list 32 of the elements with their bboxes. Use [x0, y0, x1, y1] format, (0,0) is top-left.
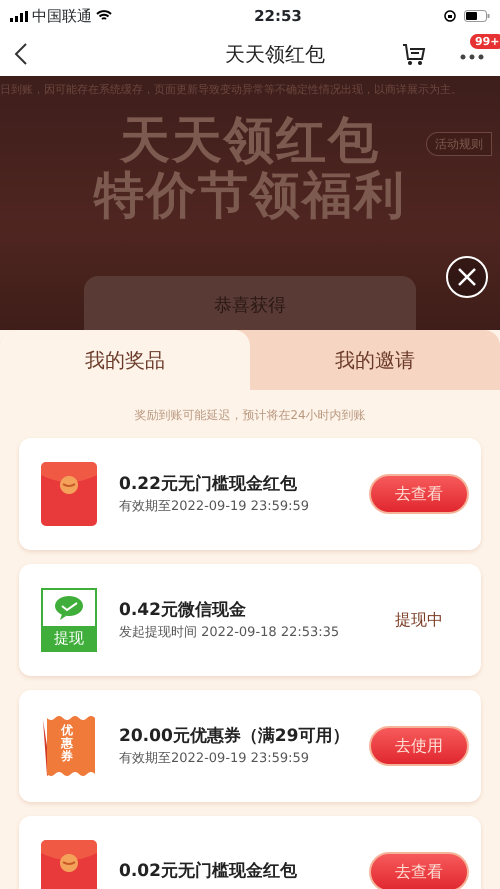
action-button[interactable]: 去查看	[369, 852, 469, 889]
delay-notice: 奖励到账可能延迟，预计将在24小时内到账	[133, 407, 367, 424]
prize-title: 0.22元无门槛现金红包	[119, 472, 298, 496]
prize-title: 20.00元优惠券（满29可用）	[119, 724, 350, 748]
rules-button[interactable]: 活动规则	[426, 132, 492, 156]
banner-title: 天天领红包	[120, 112, 380, 168]
close-button[interactable]	[446, 256, 488, 298]
carrier-name: 中国联通	[32, 6, 92, 27]
notification-badge: 99+	[470, 34, 500, 49]
rotation-lock-icon	[444, 10, 456, 22]
more-icon[interactable]	[460, 54, 484, 60]
withdraw-status: 提现中	[394, 609, 444, 631]
close-icon	[457, 267, 477, 287]
wechat-withdraw-icon: 提现	[41, 588, 97, 652]
tab[interactable]: 我的奖品	[0, 330, 250, 390]
banner-subtitle: 特价节领福利	[94, 168, 406, 222]
prize-detail: 有效期至2022-09-19 23:59:59	[119, 498, 310, 516]
envelope-icon	[41, 840, 97, 889]
action-button[interactable]: 去使用	[369, 726, 469, 766]
action-button[interactable]: 去查看	[369, 474, 469, 514]
envelope-icon	[41, 462, 97, 526]
wifi-icon	[96, 10, 112, 22]
clock-time: 22:53	[254, 6, 302, 27]
battery-icon	[464, 10, 490, 22]
prize-title: 0.42元微信现金	[119, 598, 247, 622]
prize-title: 0.02元无门槛现金红包	[119, 860, 298, 884]
signal-icon	[10, 10, 28, 22]
prize-detail: 发起提现时间 2022-09-18 22:53:35	[119, 624, 340, 642]
page-title: 天天领红包	[225, 41, 325, 68]
cart-icon[interactable]	[402, 42, 426, 66]
prize-detail: 有效期至2022-09-19 23:59:59	[119, 750, 310, 768]
back-icon[interactable]	[14, 42, 28, 66]
